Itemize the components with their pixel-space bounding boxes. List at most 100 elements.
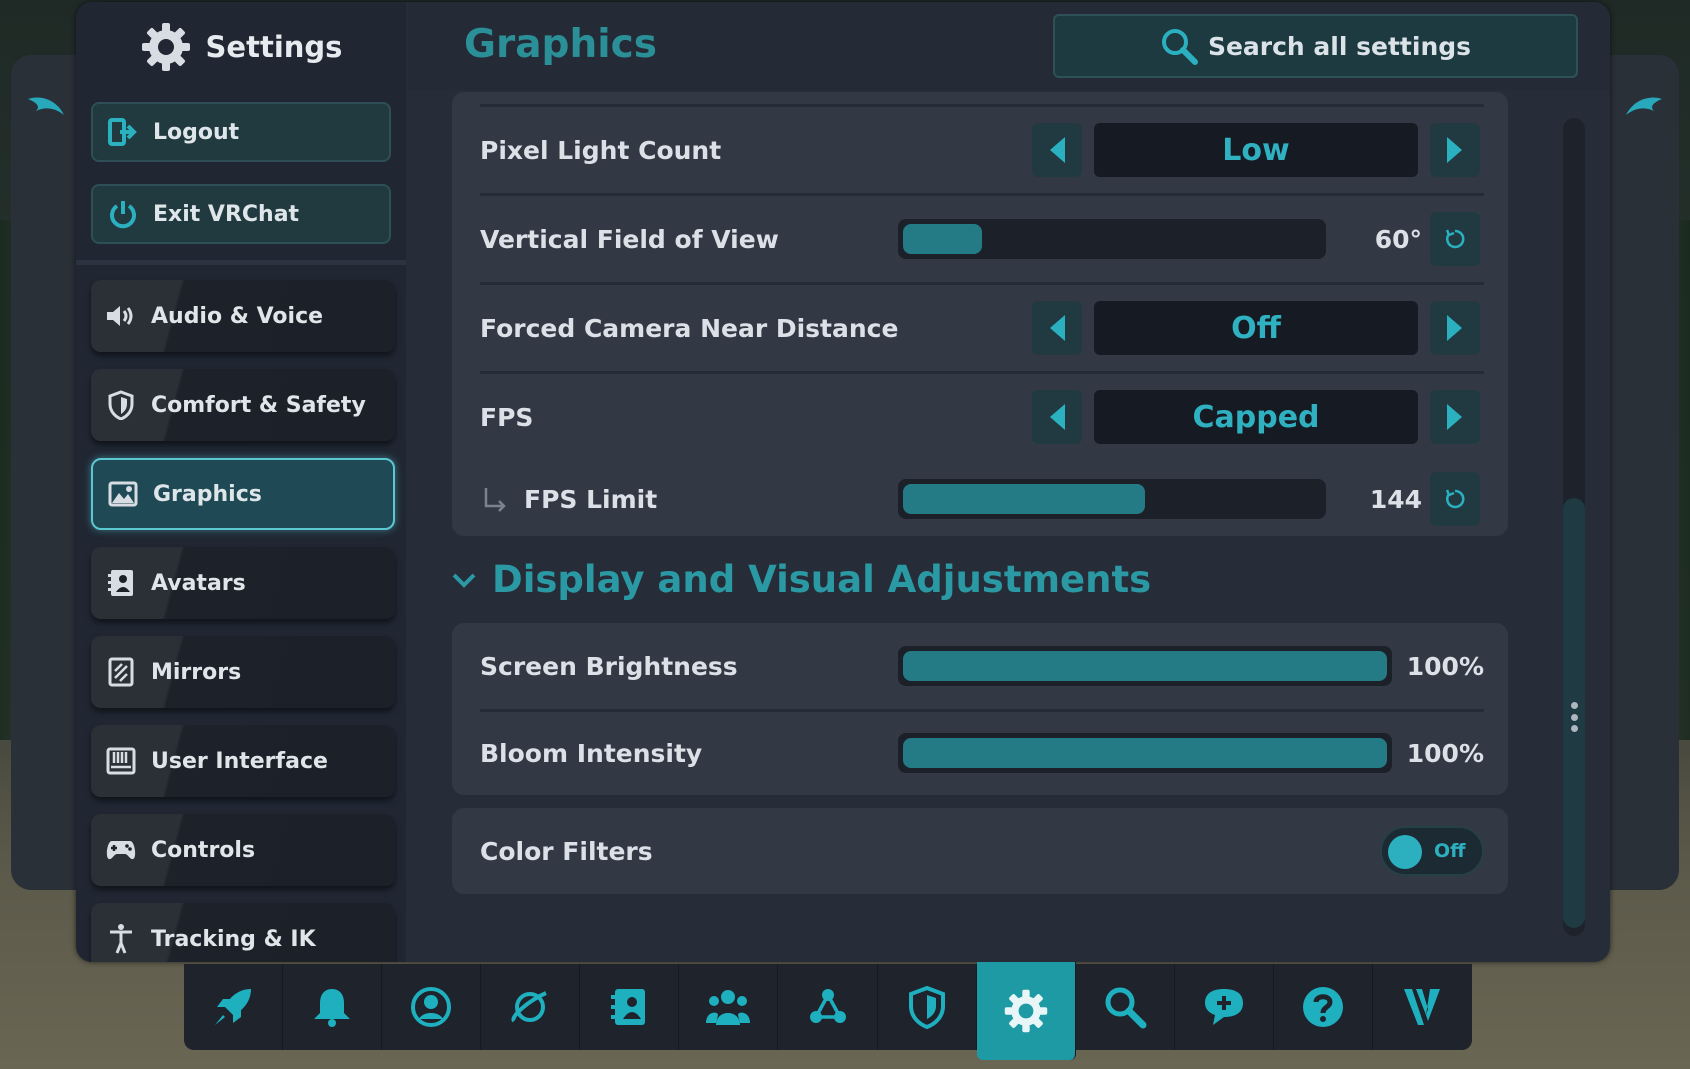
sidebar-item-mirrors[interactable]: Mirrors	[91, 636, 395, 708]
dock-avatars-button[interactable]	[580, 964, 680, 1050]
color-filters-toggle[interactable]: Off	[1380, 826, 1484, 876]
logout-label: Logout	[153, 119, 240, 145]
option-value: Capped	[1094, 390, 1418, 444]
dock-settings-button[interactable]	[976, 962, 1076, 1060]
profile-icon	[411, 987, 452, 1027]
power-icon	[93, 199, 153, 229]
next-option-button[interactable]	[1430, 390, 1480, 444]
slider-fill	[903, 651, 1387, 681]
gear-icon	[141, 23, 190, 71]
vrchat-wing-icon	[1626, 97, 1662, 115]
section-title: Display and Visual Adjustments	[492, 558, 1152, 601]
sidebar-item-label: Graphics	[153, 481, 262, 507]
sidebar-item-label: Audio & Voice	[151, 303, 324, 329]
search-icon	[1161, 29, 1198, 65]
sidebar-divider	[76, 260, 406, 265]
shield-icon	[91, 390, 151, 420]
dock-social-button[interactable]	[679, 964, 779, 1050]
slider-value: 100%	[1406, 738, 1484, 768]
avatar-icon	[91, 568, 151, 598]
exit-vrchat-button[interactable]: Exit VRChat	[91, 184, 391, 244]
main-header: Graphics Search all settings	[408, 2, 1610, 90]
slider-value: 60°	[1374, 224, 1422, 254]
section-header-display[interactable]: Display and Visual Adjustments	[452, 558, 1151, 601]
planet-icon	[511, 991, 548, 1023]
setting-label: FPS Limit	[524, 484, 658, 514]
sidebar-item-graphics[interactable]: Graphics	[91, 458, 395, 530]
chat-add-icon	[1204, 989, 1243, 1025]
option-value: Low	[1094, 123, 1418, 177]
slider-fill	[903, 224, 983, 254]
keyboard-icon	[91, 747, 151, 775]
dock-launchpad-button[interactable]	[184, 964, 284, 1050]
rocket-icon	[215, 989, 252, 1025]
settings-window: Settings Logout Exit VRChat Audio & Voic…	[76, 2, 1610, 962]
sidebar-item-label: User Interface	[151, 748, 328, 774]
setting-label: Vertical Field of View	[480, 224, 779, 254]
reset-icon	[1445, 229, 1465, 249]
setting-row-color-filters: Color Filters Off	[480, 808, 1484, 894]
page-title: Graphics	[464, 22, 657, 67]
setting-row-forced-camera-near: Forced Camera Near Distance Off	[480, 285, 1484, 371]
bell-icon	[314, 989, 351, 1027]
fps-limit-slider[interactable]	[898, 479, 1326, 519]
exit-vrchat-label: Exit VRChat	[153, 201, 300, 227]
search-button[interactable]: Search all settings	[1053, 14, 1578, 78]
dock-search-button[interactable]	[1076, 964, 1175, 1050]
person-icon	[91, 923, 151, 955]
logout-icon	[93, 118, 153, 146]
previous-option-button[interactable]	[1032, 123, 1082, 177]
dock-notifications-button[interactable]	[283, 964, 383, 1050]
dock-messages-button[interactable]	[1175, 964, 1274, 1050]
bloom-intensity-slider[interactable]	[898, 733, 1392, 773]
previous-option-button[interactable]	[1032, 301, 1082, 355]
setting-label: Forced Camera Near Distance	[480, 313, 899, 343]
sidebar-item-audio-voice[interactable]: Audio & Voice	[91, 280, 395, 352]
reset-fps-limit-button[interactable]	[1430, 472, 1480, 526]
sidebar-item-user-interface[interactable]: User Interface	[91, 725, 395, 797]
slider-fill	[903, 738, 1387, 768]
logout-button[interactable]: Logout	[91, 102, 391, 162]
reset-fov-button[interactable]	[1430, 212, 1480, 266]
help-icon	[1302, 987, 1343, 1027]
next-option-button[interactable]	[1430, 301, 1480, 355]
avatar-card-icon	[611, 989, 646, 1025]
sidebar: Settings Logout Exit VRChat Audio & Voic…	[76, 2, 406, 962]
sidebar-item-tracking-ik[interactable]: Tracking & IK	[91, 903, 395, 962]
shield-icon	[908, 985, 945, 1029]
sidebar-item-label: Tracking & IK	[151, 926, 316, 952]
dock-groups-button[interactable]	[778, 964, 878, 1050]
color-filters-card: Color Filters Off	[452, 808, 1508, 894]
sidebar-header: Settings	[76, 2, 406, 92]
display-settings-card: Screen Brightness 100% Bloom Intensity 1…	[452, 623, 1508, 795]
sidebar-item-label: Mirrors	[151, 659, 242, 685]
sidebar-item-comfort-safety[interactable]: Comfort & Safety	[91, 369, 395, 441]
vrchat-wing-icon	[28, 97, 64, 115]
setting-row-fps: FPS Capped	[480, 374, 1484, 460]
previous-option-button[interactable]	[1032, 390, 1082, 444]
dock-vrchat-plus-button[interactable]	[1373, 964, 1472, 1050]
setting-label: FPS	[480, 402, 534, 432]
gear-icon	[1004, 989, 1047, 1033]
network-icon	[809, 989, 846, 1023]
bottom-dock	[184, 962, 1472, 1060]
sub-setting-arrow-icon	[484, 488, 506, 512]
right-arrow-icon	[1447, 404, 1462, 430]
graphics-settings-card: Pixel Light Count Low Vertical Field of …	[452, 92, 1508, 536]
gamepad-icon	[91, 838, 151, 862]
fov-slider[interactable]	[898, 219, 1326, 259]
dock-help-button[interactable]	[1274, 964, 1373, 1050]
dock-profile-button[interactable]	[382, 964, 482, 1050]
setting-label: Pixel Light Count	[480, 135, 722, 165]
next-option-button[interactable]	[1430, 123, 1480, 177]
sidebar-item-avatars[interactable]: Avatars	[91, 547, 395, 619]
screen-brightness-slider[interactable]	[898, 646, 1392, 686]
scrollbar-track[interactable]	[1563, 118, 1585, 936]
dock-safety-button[interactable]	[878, 964, 977, 1050]
sidebar-item-controls[interactable]: Controls	[91, 814, 395, 886]
left-arrow-icon	[1050, 137, 1065, 163]
sidebar-item-label: Comfort & Safety	[151, 392, 366, 418]
dock-worlds-button[interactable]	[481, 964, 581, 1050]
slider-value: 100%	[1406, 651, 1484, 681]
search-label: Search all settings	[1207, 31, 1472, 61]
